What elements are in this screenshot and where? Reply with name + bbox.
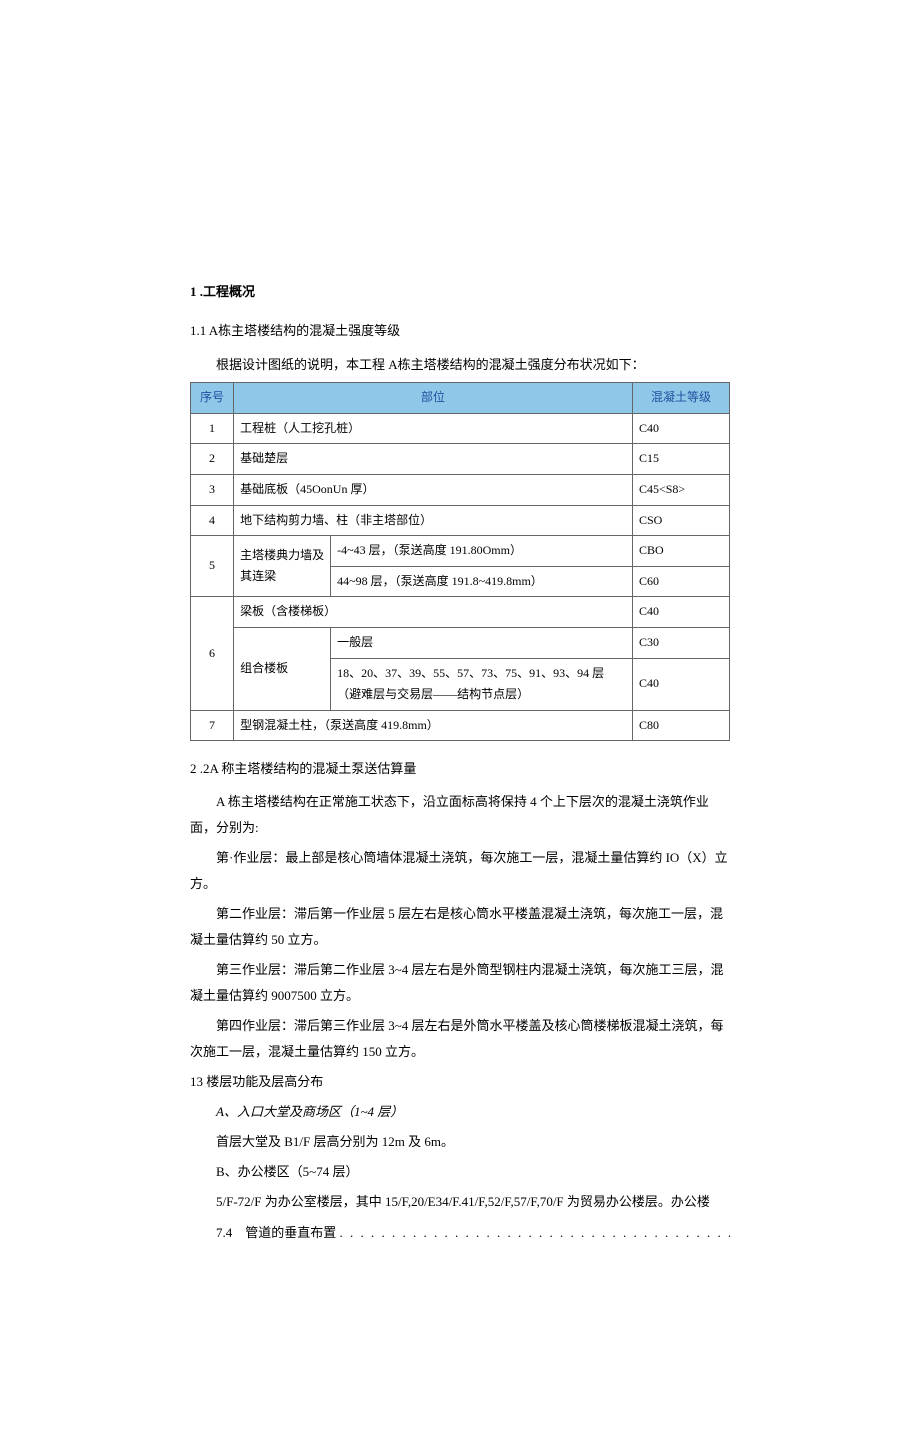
cell-pos-group: 主塔楼典力墙及其连梁 [234, 536, 331, 597]
heading-section-1: 1 .工程概况 [190, 280, 730, 303]
intro-paragraph: 根据设计图纸的说明，本工程 A栋主塔楼结构的混凝土强度分布状况如下： [190, 353, 730, 376]
toc-title: 管道的垂直布置 [245, 1225, 336, 1240]
cell-grade: CSO [632, 505, 729, 536]
table-row: 4 地下结构剪力墙、柱（非主塔部位） CSO [191, 505, 730, 536]
cell-grade: C40 [632, 413, 729, 444]
heading-1-2: 2 .2A 称主塔楼结构的混凝土泵送估算量 [190, 757, 730, 780]
heading-1-3: 13 楼层功能及层高分布 [190, 1069, 730, 1095]
cell-seq: 5 [191, 536, 234, 597]
paragraph: 第·作业层：最上部是核心筒墙体混凝土浇筑，每次施工一层，混凝土量估算约 IO（X… [190, 845, 730, 897]
cell-grade: CBO [632, 536, 729, 567]
table-row: 5 主塔楼典力墙及其连梁 -4~43 层，（泵送高度 191.80Omm） CB… [191, 536, 730, 567]
cell-grade: C60 [632, 566, 729, 597]
cell-grade: C40 [632, 597, 729, 628]
sub-section-b-body: 5/F-72/F 为办公室楼层，其中 15/F,20/E34/F.41/F,52… [190, 1189, 730, 1215]
toc-leader-dots [340, 1225, 730, 1240]
toc-number: 7.4 [216, 1225, 232, 1240]
paragraph: 第三作业层：滞后第二作业层 3~4 层左右是外筒型钢柱内混凝土浇筑，每次施工三层… [190, 957, 730, 1009]
cell-pos: 基础底板（45OonUn 厚） [234, 474, 633, 505]
cell-pos: 型钢混凝土柱，（泵送高度 419.8mm） [234, 710, 633, 741]
cell-pos-sub: 44~98 层，（泵送高度 191.8~419.8mm） [331, 566, 633, 597]
cell-pos-sub: -4~43 层，（泵送高度 191.80Omm） [331, 536, 633, 567]
table-row: 6 梁板（含楼梯板） C40 [191, 597, 730, 628]
cell-seq: 7 [191, 710, 234, 741]
cell-pos: 地下结构剪力墙、柱（非主塔部位） [234, 505, 633, 536]
paragraph: 第四作业层：滞后第三作业层 3~4 层左右是外筒水平楼盖及核心筒楼梯板混凝土浇筑… [190, 1013, 730, 1065]
th-seq: 序号 [191, 383, 234, 414]
th-position: 部位 [234, 383, 633, 414]
heading-1-1: 1.1 A栋主塔楼结构的混凝土强度等级 [190, 319, 730, 342]
table-row: 7 型钢混凝土柱，（泵送高度 419.8mm） C80 [191, 710, 730, 741]
cell-seq: 4 [191, 505, 234, 536]
paragraph: A 栋主塔楼结构在正常施工状态下，沿立面标高将保持 4 个上下层次的混凝土浇筑作… [190, 789, 730, 841]
cell-seq: 2 [191, 444, 234, 475]
toc-entry: 7.4 管道的垂直布置 [190, 1221, 730, 1244]
paragraph-text: 第三作业层：滞后第二作业层 3~4 层左右是外筒型钢柱内混凝土浇筑，每次施工三层… [190, 962, 724, 1003]
sub-section-b-title: B、办公楼区（5~74 层） [190, 1159, 730, 1185]
sub-section-a-body: 首层大堂及 B1/F 层高分别为 12m 及 6m。 [190, 1129, 730, 1155]
table-row: 2 基础楚层 C15 [191, 444, 730, 475]
cell-pos: 梁板（含楼梯板） [234, 597, 633, 628]
concrete-grade-table: 序号 部位 混凝土等级 1 工程桩（人工挖孔桩） C40 2 基础楚层 C15 … [190, 382, 730, 741]
document-page: 1 .工程概况 1.1 A栋主塔楼结构的混凝土强度等级 根据设计图纸的说明，本工… [0, 0, 920, 1444]
sub-section-a-title: A、入口大堂及商场区（1~4 层） [190, 1099, 730, 1125]
paragraph-text: 第四作业层：滞后第三作业层 3~4 层左右是外筒水平楼盖及核心筒楼梯板混凝土浇筑… [190, 1018, 724, 1059]
cell-pos: 基础楚层 [234, 444, 633, 475]
table-row: 3 基础底板（45OonUn 厚） C45<S8> [191, 474, 730, 505]
cell-seq: 6 [191, 597, 234, 710]
paragraph-text: 第二作业层：滞后第一作业层 5 层左右是核心筒水平楼盖混凝土浇筑，每次施工一层，… [190, 906, 723, 947]
cell-pos-group: 组合楼板 [234, 627, 331, 710]
cell-grade: C80 [632, 710, 729, 741]
table-header-row: 序号 部位 混凝土等级 [191, 383, 730, 414]
cell-grade: C30 [632, 627, 729, 658]
cell-seq: 1 [191, 413, 234, 444]
cell-grade: C15 [632, 444, 729, 475]
table-row: 组合楼板 一般层 C30 [191, 627, 730, 658]
cell-pos-sub: 一般层 [331, 627, 633, 658]
th-grade: 混凝土等级 [632, 383, 729, 414]
cell-grade: C45<S8> [632, 474, 729, 505]
cell-pos-sub: 18、20、37、39、55、57、73、75、91、93、94 层（避难层与交… [331, 658, 633, 710]
paragraph: 第二作业层：滞后第一作业层 5 层左右是核心筒水平楼盖混凝土浇筑，每次施工一层，… [190, 901, 730, 953]
cell-seq: 3 [191, 474, 234, 505]
cell-pos: 工程桩（人工挖孔桩） [234, 413, 633, 444]
table-row: 1 工程桩（人工挖孔桩） C40 [191, 413, 730, 444]
cell-grade: C40 [632, 658, 729, 710]
